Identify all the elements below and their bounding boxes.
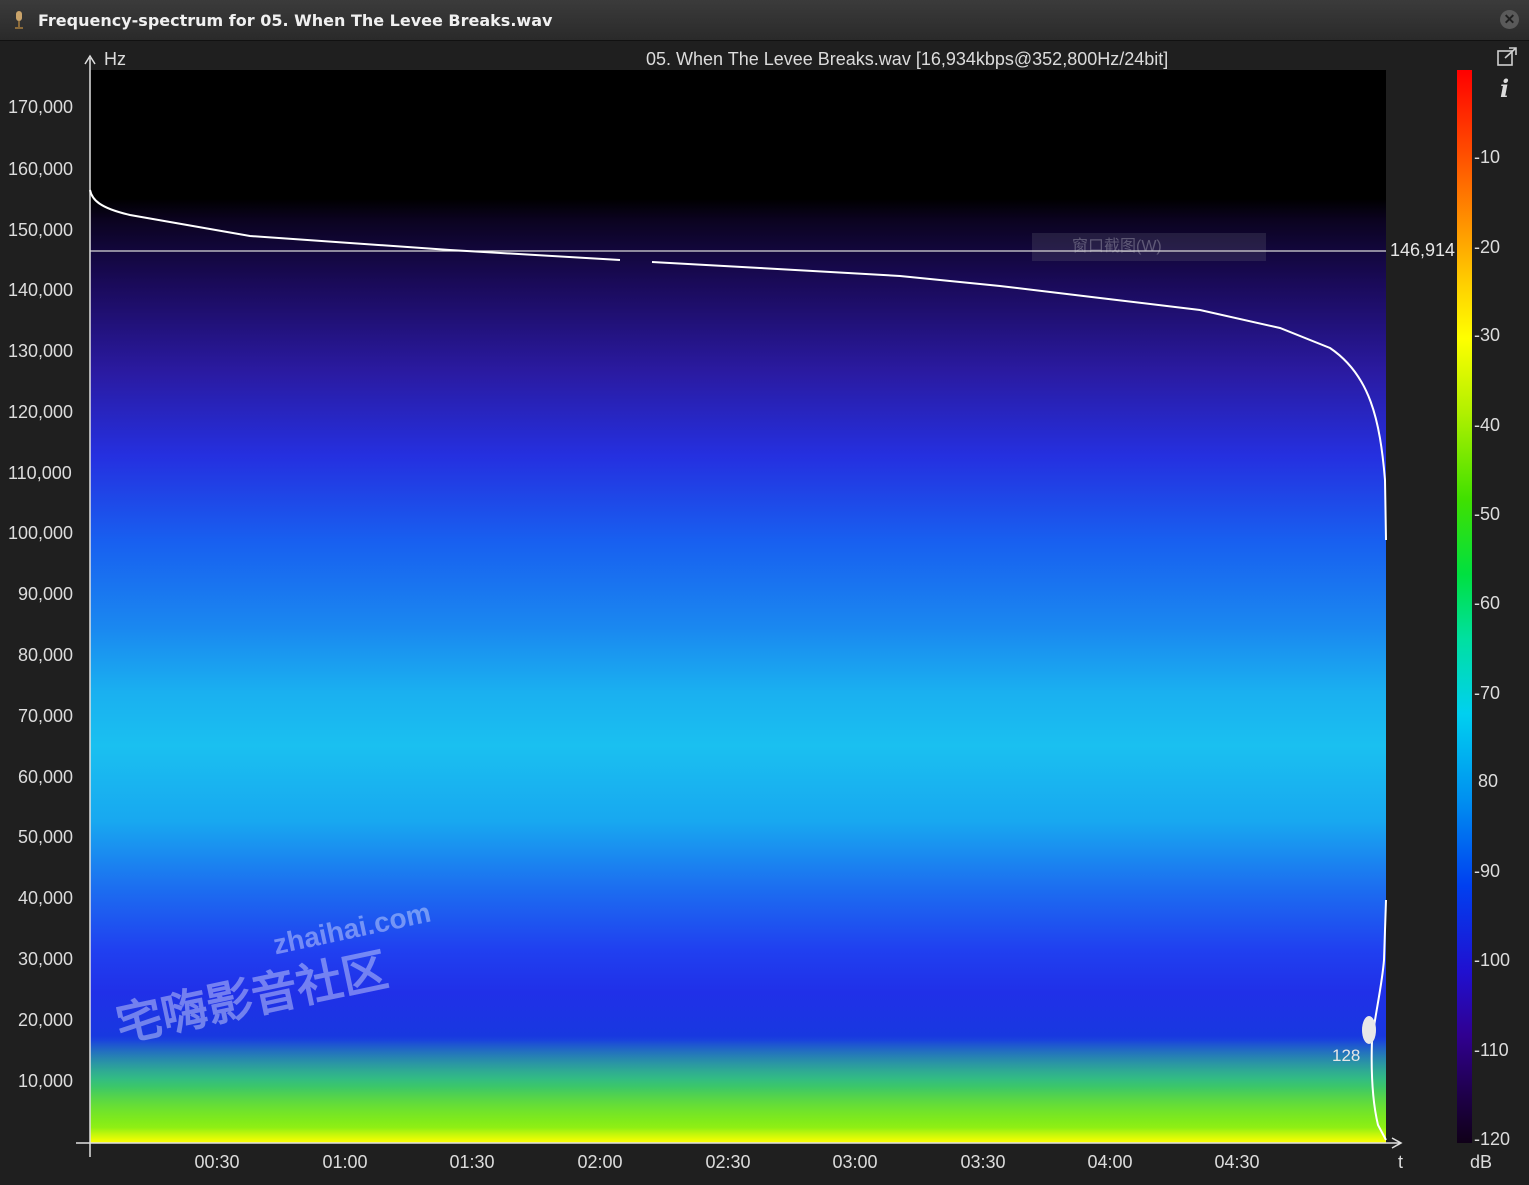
colorbar [1457, 70, 1472, 1143]
x-tick: 01:30 [449, 1152, 495, 1172]
x-tick: 04:00 [1087, 1152, 1133, 1172]
y-tick: 30,000 [18, 949, 74, 969]
y-tick: 10,000 [18, 1071, 74, 1091]
colorbar-tick: -40 [1474, 415, 1501, 435]
y-tick: 40,000 [18, 888, 74, 908]
x-tick: 00:30 [194, 1152, 240, 1172]
info-icon[interactable]: i [1500, 74, 1509, 103]
x-tick: 03:30 [960, 1152, 1006, 1172]
colorbar-unit: dB [1470, 1152, 1493, 1172]
y-tick: 170,000 [8, 97, 74, 117]
x-tick: 04:30 [1214, 1152, 1260, 1172]
y-tick: 160,000 [8, 159, 74, 179]
colorbar-tick: -30 [1474, 325, 1501, 345]
x-tick: 02:30 [705, 1152, 751, 1172]
x-tick: 03:00 [832, 1152, 878, 1172]
x-axis-unit: t [1398, 1152, 1404, 1172]
colorbar-tick: -120 [1474, 1129, 1511, 1149]
y-tick: 110,000 [8, 463, 72, 483]
y-tick: 70,000 [18, 706, 74, 726]
frequency-curve [89, 189, 1387, 541]
y-tick: 80,000 [18, 645, 74, 665]
plot-overlay [76, 54, 1403, 1157]
y-tick: 140,000 [8, 280, 74, 300]
colorbar-tick: -20 [1474, 237, 1501, 257]
external-link-icon[interactable] [1496, 46, 1518, 68]
y-tick: 20,000 [18, 1010, 74, 1030]
x-tick: 01:00 [322, 1152, 368, 1172]
cutoff-frequency-label: 146,914 [1390, 240, 1456, 260]
colorbar-tick: -50 [1474, 504, 1501, 524]
y-tick: 100,000 [8, 523, 74, 543]
y-tick: 150,000 [8, 220, 74, 240]
y-tick: 60,000 [18, 767, 74, 787]
curve-marker [1362, 1016, 1376, 1044]
x-tick: 02:00 [577, 1152, 623, 1172]
colorbar-tick: 80 [1478, 771, 1499, 791]
y-tick: 90,000 [18, 584, 74, 604]
marker-label: 128 [1332, 1046, 1361, 1065]
y-tick: 130,000 [8, 341, 74, 361]
colorbar-tick: -100 [1474, 950, 1511, 970]
colorbar-tick: -110 [1474, 1040, 1509, 1060]
y-tick: 120,000 [8, 402, 74, 422]
y-tick: 50,000 [18, 827, 74, 847]
colorbar-tick: -10 [1474, 147, 1501, 167]
colorbar-tick: -60 [1474, 593, 1501, 613]
colorbar-tick: -70 [1474, 683, 1501, 703]
colorbar-tick: -90 [1474, 861, 1501, 881]
